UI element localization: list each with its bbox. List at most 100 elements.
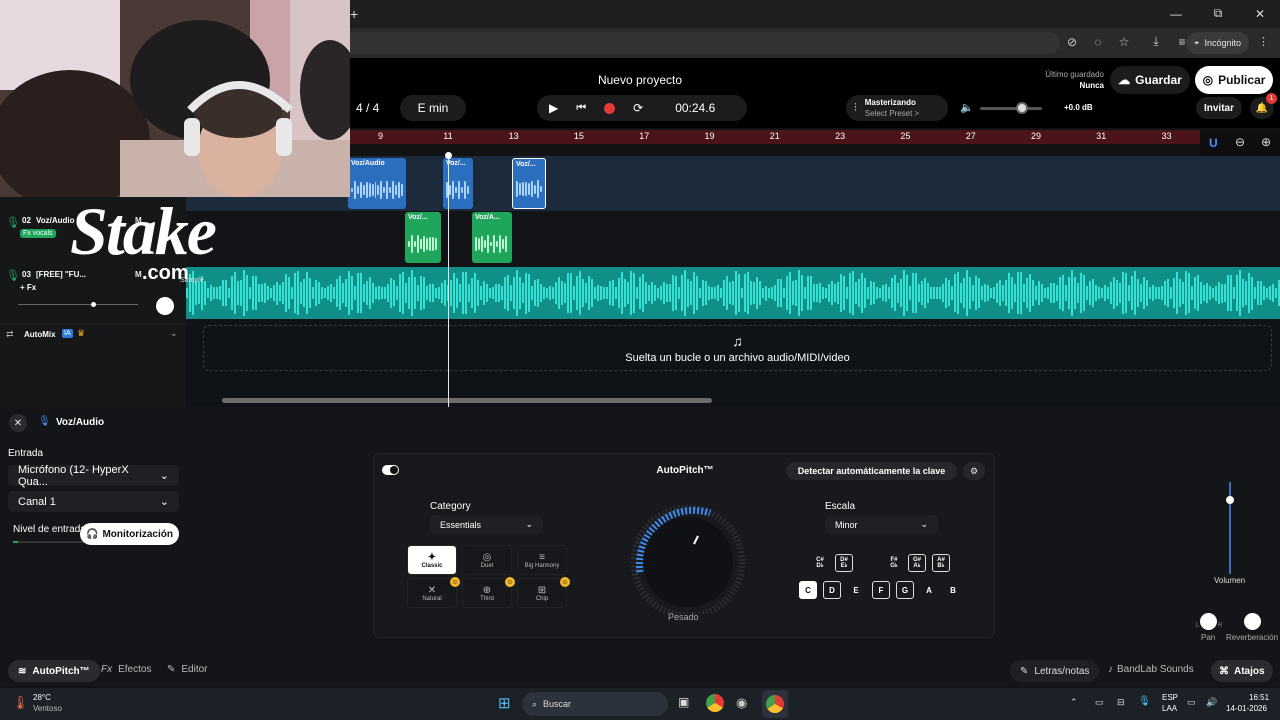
lyrics-button[interactable]: ✎ Letras/notas — [1010, 660, 1100, 682]
volume-tray-icon[interactable]: 🔊 — [1206, 697, 1217, 708]
clock-time[interactable]: 16:51 — [1249, 693, 1269, 702]
weather-temp[interactable]: 28°C — [33, 693, 51, 702]
lang-primary[interactable]: ESP — [1162, 693, 1178, 702]
category-select[interactable]: Essentials ⌄ — [430, 515, 543, 534]
style-classic[interactable]: ✦ Classic — [407, 545, 457, 575]
new-tab-button[interactable]: + — [350, 6, 358, 22]
key-b[interactable]: B — [944, 581, 962, 599]
lane-vocal-2[interactable] — [186, 211, 1280, 266]
detect-key-button[interactable]: Detectar automáticamente la clave — [786, 462, 957, 480]
clip-vocal-fx[interactable]: Voz/A... — [472, 212, 512, 263]
settings-sliders-icon[interactable]: ⚙ — [963, 462, 985, 480]
save-button[interactable]: ☁ Guardar — [1110, 66, 1190, 94]
shortcuts-button[interactable]: ⌘ Atajos — [1211, 660, 1273, 682]
window-close-button[interactable]: ✕ — [1250, 7, 1270, 21]
url-field[interactable] — [340, 32, 1060, 54]
mastering-button[interactable]: ⫶ Masterizando Select Preset > — [846, 95, 948, 121]
time-signature[interactable]: 4 / 4 — [356, 101, 379, 115]
key-g[interactable]: G — [896, 581, 914, 599]
download-icon[interactable]: ⤓ — [1146, 34, 1166, 49]
close-panel-icon[interactable]: ✕ — [9, 414, 27, 432]
incognito-chip[interactable]: ◓ Incógnito — [1186, 32, 1249, 54]
master-volume-slider[interactable] — [980, 102, 1042, 114]
magnet-icon[interactable]: U — [1209, 136, 1218, 150]
chevron-down-icon: ⌄ — [525, 519, 533, 529]
play-icon[interactable]: ▶ — [549, 101, 558, 115]
channel-select[interactable]: Canal 1 ⌄ — [8, 491, 179, 512]
tab-editor[interactable]: ✎ Editor — [167, 664, 208, 675]
speaker-icon[interactable]: 🔈 — [960, 101, 974, 114]
weather-icon[interactable]: 🌡 — [12, 695, 29, 711]
drop-zone[interactable]: ♫ Suelta un bucle o un archivo audio/MID… — [203, 325, 1272, 371]
timeline-ruler[interactable]: 9 11 13 15 17 19 21 23 25 27 29 31 33 — [350, 130, 1200, 144]
eye-off-icon[interactable]: ◌ — [1088, 35, 1108, 49]
volume-fader[interactable] — [1226, 482, 1234, 574]
chevron-down-icon[interactable]: ⌄ — [170, 328, 178, 339]
track-name[interactable]: Voz/Audio — [36, 216, 75, 225]
chrome-active-icon[interactable] — [762, 690, 788, 718]
key-a[interactable]: A — [920, 581, 938, 599]
task-view-icon[interactable]: ▣ — [678, 695, 689, 709]
publish-button[interactable]: ◎ Publicar — [1195, 66, 1273, 94]
key-d[interactable]: D — [823, 581, 841, 599]
window-maximize-button[interactable]: ⧉ — [1208, 6, 1228, 21]
record-icon[interactable] — [604, 102, 616, 114]
add-fx-button[interactable]: + Fx — [20, 283, 36, 292]
windows-start-icon[interactable]: ⊞ — [498, 694, 511, 712]
no-tracking-icon[interactable]: ⊘ — [1062, 35, 1082, 49]
lane-sample[interactable] — [186, 267, 1280, 319]
rewind-icon[interactable]: ⏮ — [576, 102, 586, 115]
window-minimize-button[interactable]: — — [1166, 7, 1186, 21]
key-f[interactable]: F — [872, 581, 890, 599]
style-duet[interactable]: ◎ Duet — [462, 545, 512, 575]
ruler-tick: 33 — [1161, 131, 1172, 141]
clip-vocal-fx[interactable]: Voz/... — [405, 212, 441, 263]
bookmark-star-icon[interactable]: ☆ — [1114, 35, 1134, 49]
lyrics-label: Letras/notas — [1034, 665, 1090, 677]
pitch-knob[interactable] — [628, 504, 748, 614]
clip-vocal-selected[interactable]: Voz/... — [512, 158, 546, 209]
clip-vocal[interactable]: Voz/Audio — [348, 158, 406, 209]
track-volume-slider[interactable] — [18, 302, 138, 307]
automix-row[interactable]: ⇄ AutoMix IA ♛ ⌄ — [0, 323, 186, 345]
monitoring-button[interactable]: 🎧 Monitorización — [80, 523, 179, 545]
automix-icon: ⇄ — [6, 329, 14, 339]
scale-select[interactable]: Minor ⌄ — [825, 515, 938, 534]
key-c[interactable]: C — [799, 581, 817, 599]
key-a-sharp[interactable]: A# B♭ — [932, 554, 950, 572]
style-big-harmony[interactable]: ≡ Big Harmony — [517, 545, 567, 575]
display-icon[interactable]: ▭ — [1187, 697, 1196, 708]
key-c-sharp[interactable]: C# D♭ — [811, 554, 829, 572]
chrome-icon[interactable] — [706, 694, 724, 712]
zoom-in-icon[interactable]: ⊕ — [1261, 135, 1271, 149]
app-icon[interactable]: ◉ — [736, 695, 747, 711]
pen-icon: ✎ — [1020, 665, 1029, 677]
fx-chip[interactable]: Fx vocals — [20, 229, 56, 238]
zoom-out-icon[interactable]: ⊖ — [1235, 135, 1245, 149]
pan-left-label: L — [1196, 623, 1200, 629]
input-device-select[interactable]: Micrófono (12- HyperX Qua... ⌄ — [8, 464, 179, 488]
pan-knob[interactable] — [156, 297, 174, 315]
loop-icon[interactable]: ⟳ — [633, 101, 643, 115]
tray-chevron-icon[interactable]: ⌃ — [1070, 697, 1078, 708]
tab-effects[interactable]: Fx Efectos — [101, 664, 151, 675]
key-g-sharp[interactable]: G# A♭ — [908, 554, 926, 572]
key-d-sharp[interactable]: D# E♭ — [835, 554, 853, 572]
battery-icon[interactable]: ▭ — [1095, 697, 1104, 708]
invite-button[interactable]: Invitar — [1196, 97, 1242, 119]
bandlab-sounds-button[interactable]: ♪ BandLab Sounds — [1108, 664, 1194, 675]
pan-knob[interactable] — [1200, 613, 1217, 630]
horizontal-scrollbar[interactable] — [222, 398, 712, 403]
key-e[interactable]: E — [847, 581, 865, 599]
taskbar-search[interactable]: ⌕ Buscar — [522, 692, 668, 716]
browser-menu-icon[interactable]: ⋮ — [1258, 35, 1269, 48]
microphone-tray-icon[interactable]: 🎙 — [1138, 696, 1151, 707]
tab-autopitch[interactable]: ≋ AutoPitch™ — [8, 660, 100, 682]
key-selector[interactable]: E min — [400, 95, 466, 121]
network-icon[interactable]: ⊟ — [1117, 697, 1125, 708]
key-f-sharp[interactable]: F# G♭ — [885, 554, 903, 572]
playhead[interactable] — [445, 152, 452, 407]
crown-icon: ♛ — [77, 328, 86, 338]
reverb-knob[interactable] — [1244, 613, 1261, 630]
notifications-button[interactable]: 🔔 1 — [1250, 93, 1277, 119]
